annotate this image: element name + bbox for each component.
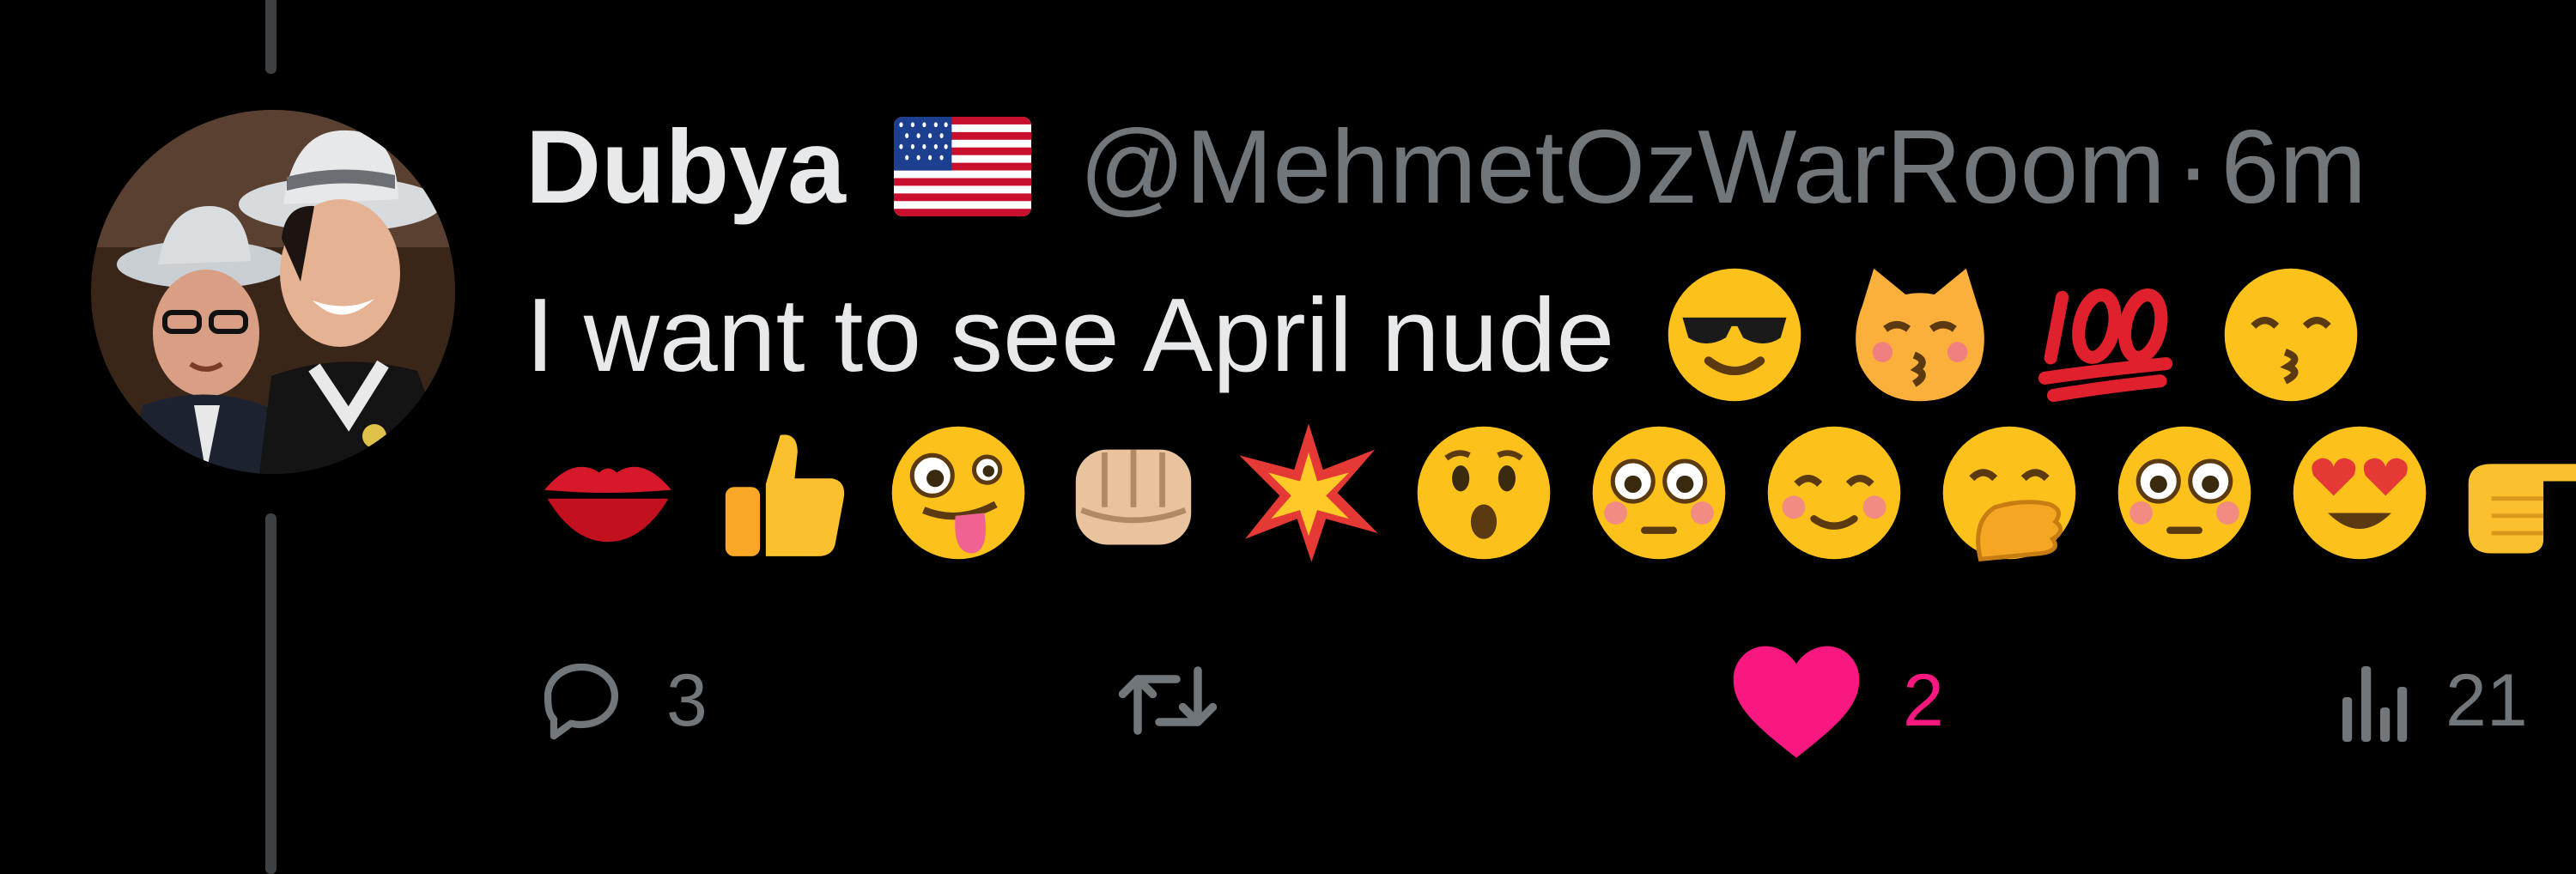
collision-icon <box>1236 421 1381 565</box>
thumbs-up-icon <box>711 421 855 565</box>
like-button[interactable]: 2 <box>1728 646 1944 758</box>
hundred-points-icon <box>2033 263 2178 407</box>
zany-face-icon <box>886 421 1030 565</box>
smiling-face-icon <box>1762 421 1906 565</box>
kissing-face-with-smiling-eyes-icon <box>2219 263 2363 407</box>
hushed-face-icon <box>1412 421 1556 565</box>
reply-bubble-icon <box>544 663 619 740</box>
tweet-actions: 3 2 21 <box>526 646 2576 758</box>
backhand-index-pointing-right-icon <box>2463 421 2576 565</box>
views-button[interactable]: 21 <box>2339 649 2528 752</box>
tweet[interactable]: Dubya @MehmetOzWarRoom · 6m I want to se… <box>526 0 2576 859</box>
reply-button[interactable]: 3 <box>534 649 708 752</box>
handle[interactable]: @MehmetOzWarRoom <box>1079 106 2166 227</box>
display-name[interactable]: Dubya <box>526 106 846 227</box>
like-count: 2 <box>1903 659 1944 742</box>
emoji-line <box>536 421 2576 565</box>
oncoming-fist-light-skin-icon <box>1061 421 1206 565</box>
tweet-text-content: I want to see April nude <box>526 276 1615 393</box>
retweet-button[interactable] <box>1116 649 1257 752</box>
views-bar-chart-icon <box>2342 666 2408 742</box>
kiss-mark-icon <box>536 421 680 565</box>
reply-count: 3 <box>666 659 708 742</box>
avatar-photo <box>91 110 455 474</box>
flushed-face-icon <box>1587 421 1731 565</box>
smiling-face-with-heart-eyes-icon <box>2287 421 2432 565</box>
thread-line-bottom <box>265 513 276 874</box>
tweet-header: Dubya @MehmetOzWarRoom · 6m <box>526 106 2366 227</box>
kissing-cat-face-icon <box>1848 263 1992 407</box>
us-flag-icon <box>893 117 1031 216</box>
face-with-hand-over-mouth-icon <box>1937 421 2081 565</box>
timestamp[interactable]: 6m <box>2221 106 2366 227</box>
heart-icon <box>1733 646 1860 758</box>
tweet-text: I want to see April nude <box>526 263 2384 407</box>
views-count: 21 <box>2445 659 2528 742</box>
avatar[interactable] <box>91 110 455 474</box>
retweet-icon <box>1118 666 1218 735</box>
smiling-face-with-sunglasses-icon <box>1662 263 1807 407</box>
thread-line-top <box>265 0 276 74</box>
flushed-face-icon <box>2112 421 2257 565</box>
separator-dot: · <box>2175 108 2211 225</box>
